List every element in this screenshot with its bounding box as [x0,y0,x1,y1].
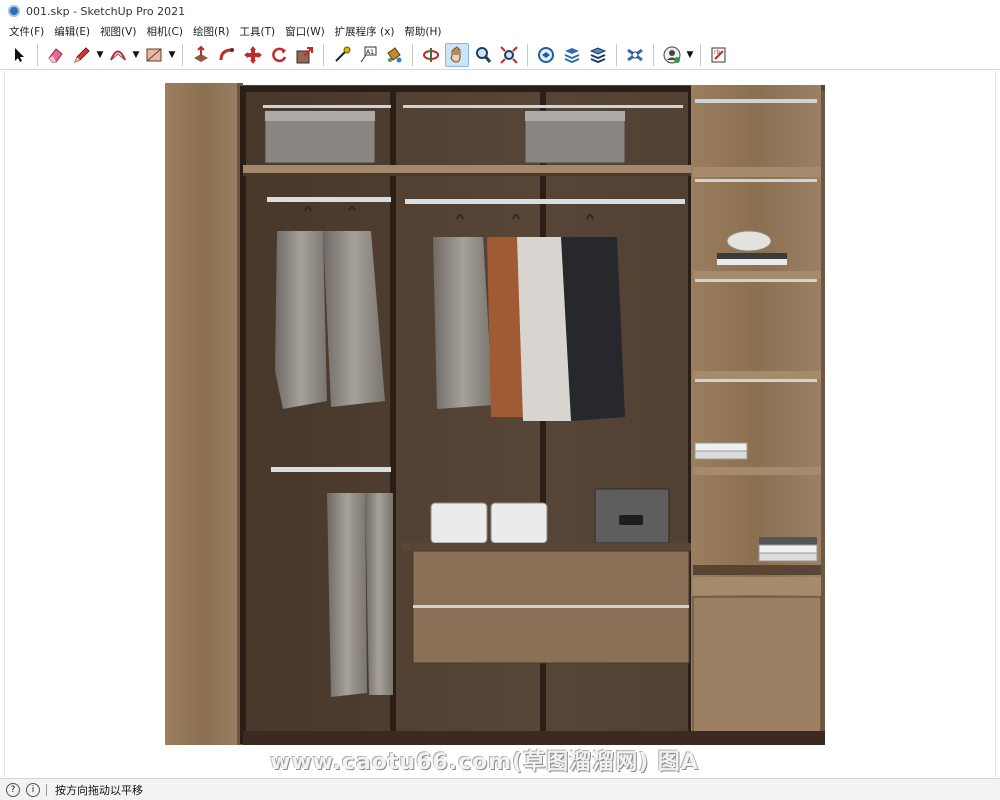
toolbar-separator [182,43,183,66]
menu-window[interactable]: 窗口(W) [280,24,330,39]
extension-warehouse-icon[interactable] [560,43,584,67]
zoom-icon[interactable] [471,43,495,67]
toolbar-separator [653,43,654,66]
follow-me-icon[interactable] [215,43,239,67]
status-hint: 按方向拖动以平移 [55,783,143,797]
menu-view[interactable]: 视图(V) [95,24,141,39]
move-icon[interactable] [241,43,265,67]
hanging-jackets-middle [433,214,625,421]
pan-hand-icon[interactable] [445,42,469,67]
tape-measure-icon[interactable] [330,43,354,67]
toolbar-separator [412,43,413,66]
status-divider [46,783,47,796]
info-icon[interactable]: i [26,782,40,797]
menu-extensions[interactable]: 扩展程序 (x) [330,24,400,39]
wardrobe-plinth [243,731,825,745]
rotate-icon[interactable] [267,43,291,67]
drawer-stack [412,550,690,664]
menu-file[interactable]: 文件(F) [4,24,49,39]
account-dropdown-caret[interactable]: ▼ [685,43,695,67]
select-arrow-icon[interactable] [7,43,31,67]
geolocation-icon[interactable]: ? [6,782,20,797]
menu-draw[interactable]: 绘图(R) [188,24,235,39]
line-tool-dropdown-caret[interactable]: ▼ [95,43,105,67]
watermark-text: www.caotu66.com(草图溜溜网) 图A [270,750,699,775]
arc-tool-dropdown-caret[interactable]: ▼ [131,43,141,67]
3d-warehouse-icon[interactable] [534,43,558,67]
text-label-icon[interactable]: A1 [356,43,380,67]
main-toolbar: ▼ ▼ ▼ A1 ▼ rb [0,40,1000,70]
svg-text:rb: rb [714,49,720,56]
title-bar: 001.skp - SketchUp Pro 2021 [0,0,1000,22]
zoom-extents-icon[interactable] [497,43,521,67]
menu-bar: 文件(F) 编辑(E) 视图(V) 相机(C) 绘图(R) 工具(T) 窗口(W… [0,22,1000,40]
eraser-icon[interactable] [44,43,68,67]
menu-help[interactable]: 帮助(H) [399,24,446,39]
modeling-viewport[interactable] [4,71,996,777]
rectangle-icon[interactable] [142,43,166,67]
toolbar-separator [323,43,324,66]
menu-tools[interactable]: 工具(T) [234,24,280,39]
svg-text:A1: A1 [366,49,374,56]
sketchup-app-icon [8,5,20,17]
status-bar: ? i 按方向拖动以平移 [0,778,1000,800]
menu-edit[interactable]: 编辑(E) [49,24,95,39]
layout-icon[interactable] [586,43,610,67]
account-icon[interactable] [660,43,684,67]
sketchup-ruby-icon[interactable]: rb [707,43,731,67]
paint-bucket-icon[interactable] [382,43,406,67]
toolbar-separator [37,43,38,66]
orbit-icon[interactable] [419,43,443,67]
extension-manager-icon[interactable] [623,43,647,67]
window-title: 001.skp - SketchUp Pro 2021 [26,4,186,18]
push-pull-icon[interactable] [189,43,213,67]
toolbar-separator [700,43,701,66]
pencil-line-icon[interactable] [70,43,94,67]
toolbar-separator [616,43,617,66]
wardrobe-left-side-panel [165,83,243,745]
toolbar-separator [527,43,528,66]
right-shelving-unit [691,85,822,745]
scale-icon[interactable] [293,43,317,67]
arc-icon[interactable] [106,43,130,67]
menu-camera[interactable]: 相机(C) [141,24,188,39]
wardrobe-model [165,83,825,745]
shape-tool-dropdown-caret[interactable]: ▼ [167,43,177,67]
